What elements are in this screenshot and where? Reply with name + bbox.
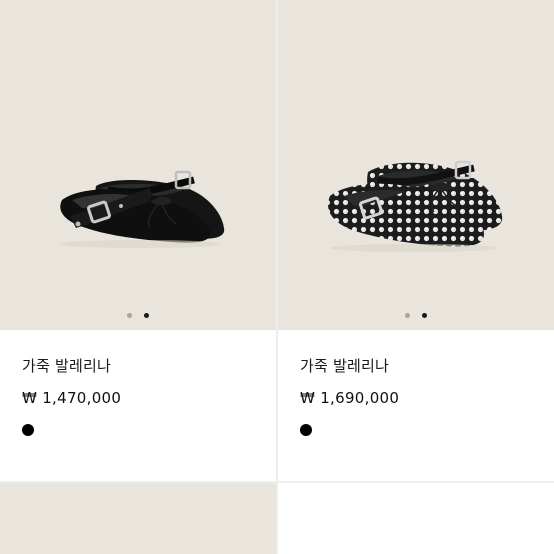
product-grid: 가죽 발레리나 ₩ 1,470,000 가죽 발레리나 ₩ 1,690,000: [0, 0, 554, 554]
product-name[interactable]: 가죽 발레리나: [300, 355, 389, 376]
product-price: ₩ 1,470,000: [22, 389, 122, 407]
product-price: ₩ 1,690,000: [300, 389, 400, 407]
studded-ballerina-shoe-image: [328, 160, 503, 252]
product-card-4-image[interactable]: [278, 483, 554, 554]
product-image-1[interactable]: [0, 0, 276, 330]
carousel-dots[interactable]: [0, 313, 276, 318]
carousel-dots[interactable]: [278, 313, 554, 318]
carousel-dot[interactable]: [127, 313, 132, 318]
product-name[interactable]: 가죽 발레리나: [22, 355, 111, 376]
product-card-2[interactable]: 가죽 발레리나 ₩ 1,690,000: [278, 0, 554, 481]
grid-divider-vertical: [276, 0, 278, 554]
carousel-dot[interactable]: [405, 313, 410, 318]
carousel-dot-active[interactable]: [144, 313, 149, 318]
color-swatch-black[interactable]: [300, 424, 312, 436]
color-swatch-black[interactable]: [22, 424, 34, 436]
leather-ballerina-shoe-image: [60, 170, 225, 248]
product-card-3-image[interactable]: [0, 483, 276, 554]
product-card-1[interactable]: 가죽 발레리나 ₩ 1,470,000: [0, 0, 276, 481]
carousel-dot-active[interactable]: [422, 313, 427, 318]
product-image-2[interactable]: [278, 0, 554, 330]
